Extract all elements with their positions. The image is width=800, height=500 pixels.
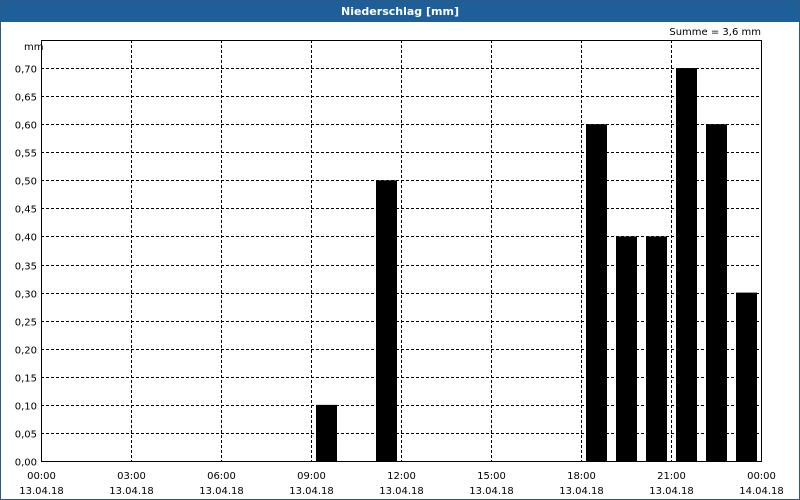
- y-tick-label: 0,00: [15, 458, 37, 469]
- precipitation-bar: [616, 236, 637, 461]
- y-tick-label: 0,70: [15, 65, 37, 76]
- x-tick-date-label: 13.04.18: [109, 486, 154, 497]
- x-tick-date-label: 13.04.18: [559, 486, 604, 497]
- x-tick-date-label: 13.04.18: [469, 486, 514, 497]
- y-tick-label: 0,55: [15, 149, 37, 160]
- precipitation-bar: [676, 68, 697, 462]
- y-tick-label: 0,15: [15, 374, 37, 385]
- x-tick-date-label: 13.04.18: [649, 486, 694, 497]
- y-tick-label: 0,40: [15, 233, 37, 244]
- precipitation-bar: [646, 236, 667, 461]
- x-tick-time-label: 06:00: [207, 471, 236, 482]
- precipitation-chart: mm Summe = 3,6 mm 0,000,050,100,150,200,…: [15, 27, 784, 497]
- y-tick-label: 0,50: [15, 177, 37, 188]
- x-tick-time-label: 03:00: [117, 471, 146, 482]
- y-tick-label: 0,60: [15, 121, 37, 132]
- x-tick-time-label: 00:00: [27, 471, 56, 482]
- y-tick-label: 0,25: [15, 318, 37, 329]
- precipitation-bar: [316, 404, 337, 461]
- y-tick-label: 0,45: [15, 205, 37, 216]
- x-tick-time-label: 18:00: [567, 471, 596, 482]
- y-tick-label: 0,30: [15, 290, 37, 301]
- x-axis: 00:00 13.04.18 03:00 13.04.18 06:00 13.04.18 0…: [19, 471, 784, 497]
- sum-annotation: Summe = 3,6 mm: [669, 27, 761, 38]
- precipitation-bar: [586, 124, 607, 461]
- x-tick-time-label: 09:00: [297, 471, 326, 482]
- x-tick-time-label: 15:00: [477, 471, 506, 482]
- x-tick-time-label: 21:00: [657, 471, 686, 482]
- y-tick-label: 0,05: [15, 430, 37, 441]
- precipitation-bar: [736, 292, 757, 461]
- y-tick-label: 0,65: [15, 93, 37, 104]
- y-unit-label: mm: [24, 42, 43, 53]
- x-tick-date-label: 13.04.18: [379, 486, 424, 497]
- x-tick-time-label: 12:00: [387, 471, 416, 482]
- x-tick-date-label: 13.04.18: [289, 486, 334, 497]
- bars-layer: [316, 68, 757, 462]
- y-tick-label: 0,20: [15, 346, 37, 357]
- y-axis: 0,00 0,05 0,10 0,15 0,20 0,25 0,30 0,35 0,40 0,45…: [15, 65, 37, 469]
- precipitation-bar: [376, 180, 397, 462]
- y-tick-label: 0,35: [15, 262, 37, 273]
- x-tick-date-label: 14.04.18: [739, 486, 784, 497]
- x-tick-date-label: 13.04.18: [199, 486, 244, 497]
- x-tick-time-label: 00:00: [747, 471, 776, 482]
- precipitation-bar: [706, 124, 727, 461]
- y-tick-label: 0,10: [15, 402, 37, 413]
- x-tick-date-label: 13.04.18: [19, 486, 64, 497]
